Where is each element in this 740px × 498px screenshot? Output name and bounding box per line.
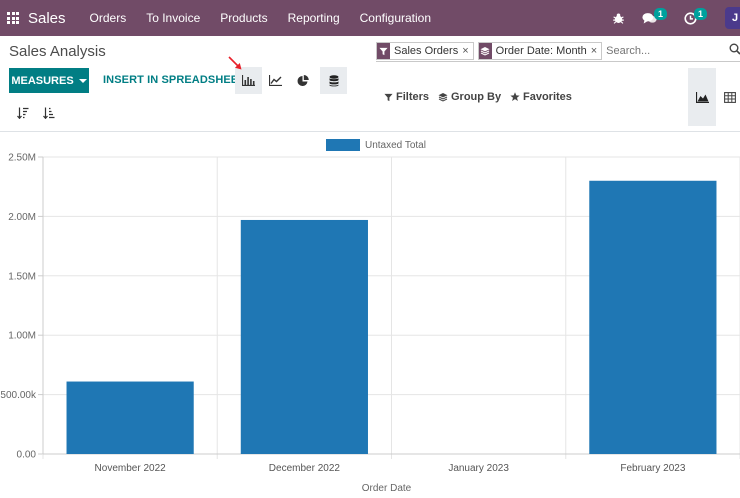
activities-button[interactable]: 1: [684, 0, 708, 36]
search-icon[interactable]: [729, 42, 740, 60]
measures-button[interactable]: MEASURES: [9, 68, 89, 93]
bar-november-2022: [66, 381, 194, 454]
messages-count-badge: 1: [654, 7, 668, 20]
x-tick-label: February 2023: [620, 463, 685, 474]
pie-chart-view-button[interactable]: [289, 67, 316, 94]
bar-february-2023: [589, 180, 717, 454]
legend-swatch: [326, 139, 360, 151]
menu-reporting[interactable]: Reporting: [278, 11, 350, 25]
sort-descending-button[interactable]: [17, 106, 29, 124]
menu-configuration[interactable]: Configuration: [350, 11, 441, 25]
layers-icon: [478, 43, 492, 59]
user-avatar[interactable]: J: [725, 7, 740, 29]
search-bar: Sales Orders × Order Date: Month ×: [376, 41, 727, 61]
graph-view-switch[interactable]: [688, 68, 716, 126]
top-navbar: Sales Orders To Invoice Products Reporti…: [0, 0, 740, 36]
y-tick-label: 1.50M: [8, 271, 36, 282]
sort-ascending-button[interactable]: [43, 106, 55, 124]
legend-label: Untaxed Total: [365, 140, 426, 151]
sort-ascending-icon: [43, 107, 55, 120]
favorites-dropdown[interactable]: Favorites: [510, 91, 572, 103]
search-input[interactable]: [606, 42, 727, 60]
debug-icon[interactable]: [612, 0, 625, 36]
x-axis-title: Order Date: [362, 483, 412, 494]
filters-label: Filters: [396, 91, 430, 103]
y-tick-label: 0.00: [17, 450, 37, 461]
messages-button[interactable]: 1: [642, 0, 668, 36]
y-tick-label: 1.00M: [8, 331, 36, 342]
filter-icon: [377, 43, 390, 59]
facet-label: Order Date: Month: [495, 45, 587, 57]
bar-december-2022: [240, 219, 368, 454]
search-underline: [376, 61, 740, 62]
bar-chart-icon: [242, 75, 255, 86]
star-icon: [510, 92, 520, 101]
insert-in-spreadsheet-button[interactable]: INSERT IN SPREADSHEET: [103, 74, 245, 86]
y-tick-label: 2.00M: [8, 212, 36, 223]
group-by-dropdown[interactable]: Group By: [438, 91, 501, 103]
facet-order-date: Order Date: Month ×: [477, 42, 603, 60]
app-name[interactable]: Sales: [28, 10, 66, 27]
line-chart-view-button[interactable]: [262, 67, 289, 94]
measures-label: MEASURES: [11, 74, 74, 87]
activities-count-badge: 1: [694, 7, 708, 20]
remove-facet-button[interactable]: ×: [461, 45, 472, 57]
menu-products[interactable]: Products: [210, 11, 277, 25]
stacked-toggle-button[interactable]: [320, 67, 347, 94]
y-tick-label: 500.00k: [0, 390, 37, 401]
favorites-label: Favorites: [523, 91, 572, 103]
filters-dropdown[interactable]: Filters: [384, 91, 429, 103]
apps-menu-icon[interactable]: [7, 12, 19, 24]
facet-label: Sales Orders: [394, 45, 459, 57]
x-tick-label: November 2022: [95, 463, 167, 474]
database-icon: [329, 74, 338, 86]
pointer-arrow-icon: [228, 56, 242, 70]
pivot-view-switch[interactable]: [716, 68, 740, 126]
x-tick-label: January 2023: [448, 463, 509, 474]
pie-chart-icon: [297, 74, 309, 86]
table-icon: [724, 91, 736, 103]
filter-icon: [384, 93, 393, 101]
line-chart-icon: [269, 75, 282, 86]
caret-down-icon: [78, 78, 87, 83]
area-chart-icon: [695, 91, 709, 103]
remove-facet-button[interactable]: ×: [590, 45, 601, 57]
x-tick-label: December 2022: [269, 463, 341, 474]
group-by-label: Group By: [451, 91, 502, 103]
layers-icon: [438, 93, 448, 102]
bar-chart: Untaxed Total 0.00 500.00k 1.00M 1.50M 2.00M 2…: [0, 139, 740, 494]
page-title: Sales Analysis: [9, 43, 106, 60]
menu-to-invoice[interactable]: To Invoice: [136, 11, 210, 25]
facet-sales-orders: Sales Orders ×: [376, 42, 474, 60]
y-tick-label: 2.50M: [8, 153, 36, 164]
menu-orders[interactable]: Orders: [80, 11, 137, 25]
sort-descending-icon: [17, 107, 29, 120]
